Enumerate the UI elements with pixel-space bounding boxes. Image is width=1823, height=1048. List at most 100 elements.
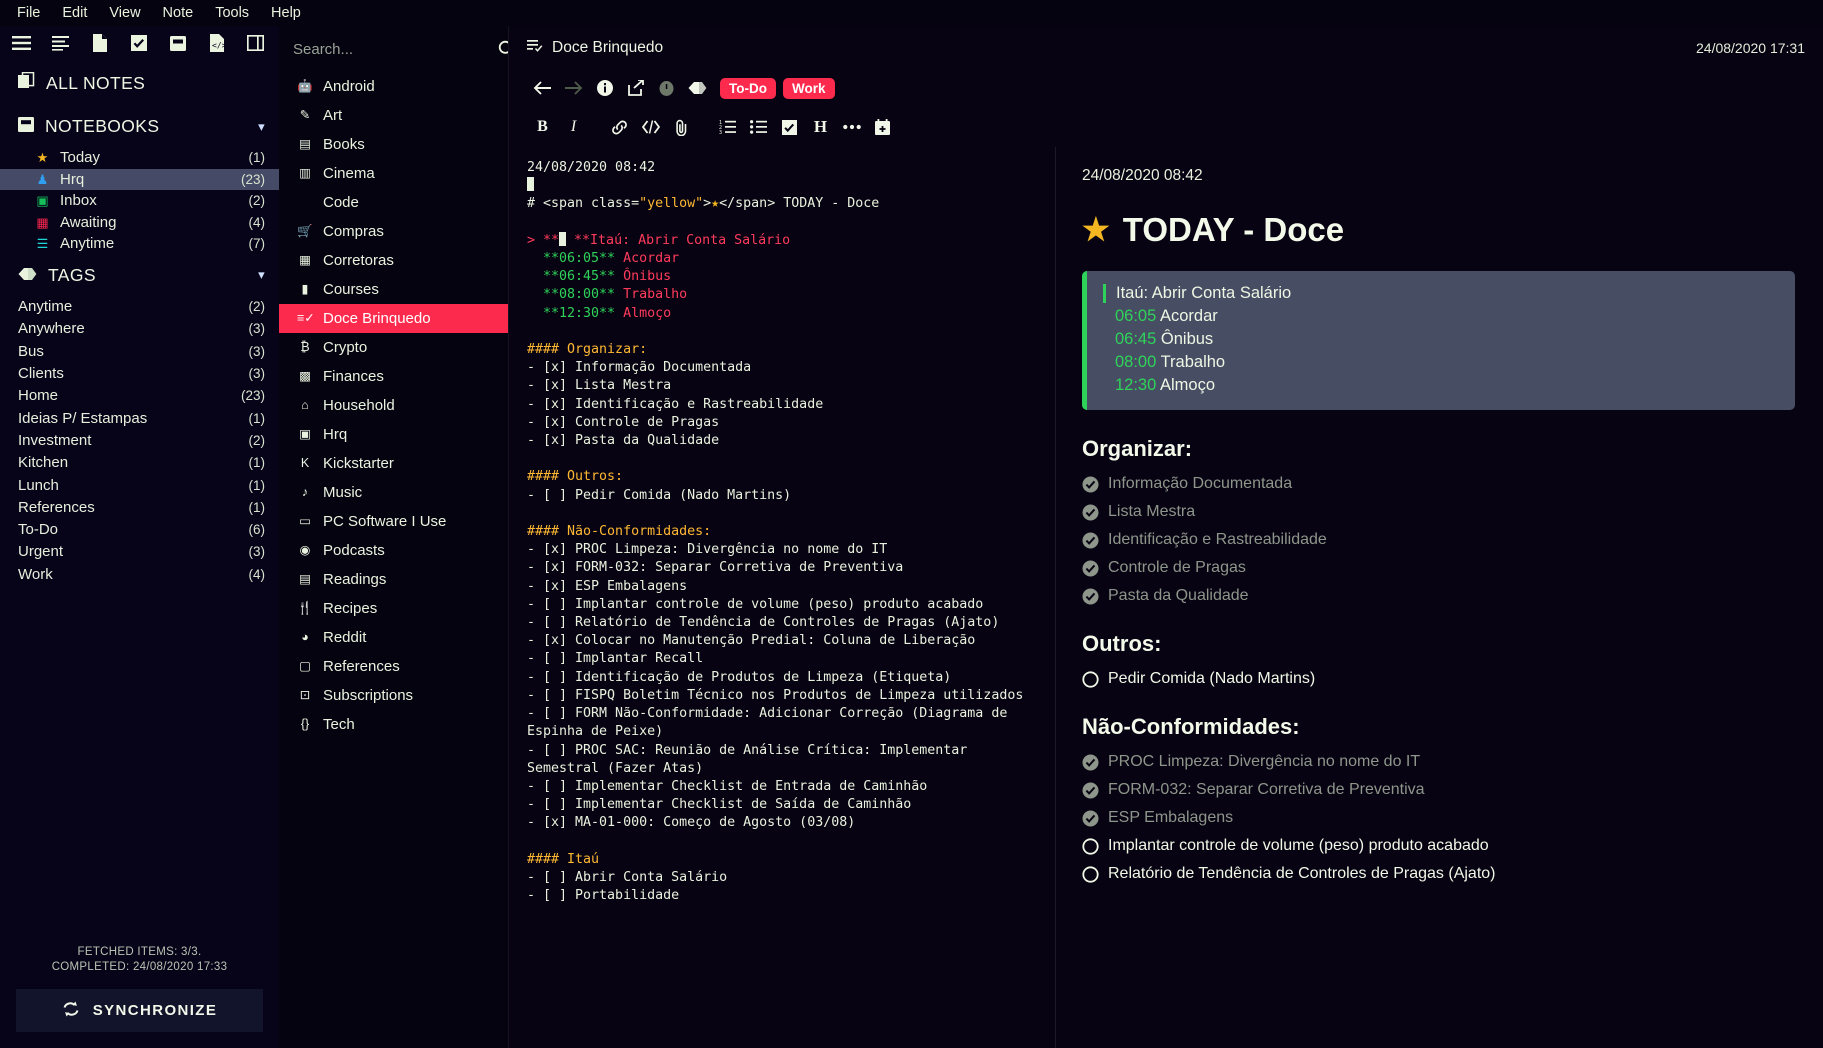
notebook-item-references[interactable]: ▢ References xyxy=(279,652,508,681)
notebook-item-music[interactable]: ♪ Music xyxy=(279,478,508,507)
sidebar-tag-item[interactable]: Anywhere (3) xyxy=(0,318,279,340)
sidebar-notebook-today[interactable]: ★ Today (1) xyxy=(0,147,279,169)
unordered-list-icon[interactable] xyxy=(743,112,774,142)
notebook-item-label: Code xyxy=(323,194,359,211)
sidebar-notebook-anytime[interactable]: ☰ Anytime (7) xyxy=(0,233,279,255)
notebook-item-readings[interactable]: ▤ Readings xyxy=(279,565,508,594)
more-icon[interactable] xyxy=(836,112,867,142)
history-icon[interactable] xyxy=(651,73,682,103)
sidebar-notebook-hrq[interactable]: ♟ Hrq (23) xyxy=(0,168,279,190)
italic-icon[interactable]: I xyxy=(558,112,589,142)
list-icon[interactable] xyxy=(41,26,80,60)
checked-circle-icon xyxy=(1082,560,1099,577)
sidebar-tag-item[interactable]: Kitchen (1) xyxy=(0,452,279,474)
preview-task-item[interactable]: Pedir Comida (Nado Martins) xyxy=(1082,670,1795,688)
sidebar-notebook-awaiting[interactable]: ▦ Awaiting (4) xyxy=(0,212,279,234)
notebook-item-reddit[interactable]: ◕ Reddit xyxy=(279,623,508,652)
ordered-list-icon[interactable]: 123 xyxy=(712,112,743,142)
preview-task-item[interactable]: FORM-032: Separar Corretiva de Preventiv… xyxy=(1082,781,1795,799)
code-icon[interactable] xyxy=(635,112,666,142)
hamburger-icon[interactable] xyxy=(2,26,41,60)
notebook-item-art[interactable]: ✎ Art xyxy=(279,101,508,130)
preview-task-item[interactable]: Relatório de Tendência de Controles de P… xyxy=(1082,865,1795,883)
preview-task-item[interactable]: Informação Documentada xyxy=(1082,475,1795,493)
sidebar-tag-item[interactable]: Urgent (3) xyxy=(0,541,279,563)
notebook-item-pc-software-i-use[interactable]: ▭ PC Software I Use xyxy=(279,507,508,536)
notebooks-section-header[interactable]: NOTEBOOKS ▾ xyxy=(0,106,279,147)
info-icon[interactable] xyxy=(589,73,620,103)
notebook-item-podcasts[interactable]: ◉ Podcasts xyxy=(279,536,508,565)
tag-icon[interactable] xyxy=(682,73,713,103)
calendar-icon[interactable] xyxy=(867,112,898,142)
notebook-item-code[interactable]: Code xyxy=(279,188,508,217)
note-tag-todo[interactable]: To-Do xyxy=(720,77,776,99)
notebook-item-courses[interactable]: ▮ Courses xyxy=(279,275,508,304)
chevron-down-icon[interactable]: ▾ xyxy=(258,119,265,135)
menu-help[interactable]: Help xyxy=(260,3,312,23)
notebook-item-kickstarter[interactable]: K Kickstarter xyxy=(279,449,508,478)
preview-task-item[interactable]: Identificação e Rastreabilidade xyxy=(1082,531,1795,549)
menu-view[interactable]: View xyxy=(98,3,151,23)
sidebar-tag-item[interactable]: To-Do (6) xyxy=(0,518,279,540)
preview-task-item[interactable]: Lista Mestra xyxy=(1082,503,1795,521)
notebook-icon xyxy=(18,116,34,137)
preview-task-item[interactable]: Pasta da Qualidade xyxy=(1082,587,1795,605)
preview-task-item[interactable]: ESP Embalagens xyxy=(1082,809,1795,827)
sidebar-tag-item[interactable]: References (1) xyxy=(0,496,279,518)
link-icon[interactable] xyxy=(604,112,635,142)
sidebar-tag-item[interactable]: Anytime (2) xyxy=(0,296,279,318)
preview-task-item[interactable]: Implantar controle de volume (peso) prod… xyxy=(1082,837,1795,855)
notebook-item-hrq[interactable]: ▣ Hrq xyxy=(279,420,508,449)
notebook-item-subscriptions[interactable]: ⊡ Subscriptions xyxy=(279,681,508,710)
sidebar-tag-count: (1) xyxy=(248,499,266,515)
notebook-item-cinema[interactable]: ▥ Cinema xyxy=(279,159,508,188)
sidebar-tag-item[interactable]: Home (23) xyxy=(0,385,279,407)
notebook-item-label: Corretoras xyxy=(323,252,394,269)
notebook-item-doce-brinquedo[interactable]: ≡✓ Doce Brinquedo xyxy=(279,304,508,333)
sidebar-notebook-inbox[interactable]: ▣ Inbox (2) xyxy=(0,190,279,212)
notebook-item-household[interactable]: ⌂ Household xyxy=(279,391,508,420)
new-notebook-icon[interactable] xyxy=(158,26,197,60)
notebook-item-android[interactable]: 🤖 Android xyxy=(279,72,508,101)
heading-icon[interactable]: H xyxy=(805,112,836,142)
sidebar-tag-item[interactable]: Lunch (1) xyxy=(0,474,279,496)
sidebar-tag-item[interactable]: Work (4) xyxy=(0,563,279,585)
markdown-source[interactable]: 24/08/2020 08:42 # <span class="yellow">… xyxy=(509,147,1056,1048)
notebook-item-books[interactable]: ▤ Books xyxy=(279,130,508,159)
tags-section-header[interactable]: TAGS ▾ xyxy=(0,255,279,296)
search-input[interactable] xyxy=(293,40,492,58)
preview-task-item[interactable]: Controle de Pragas xyxy=(1082,559,1795,577)
notebook-item-finances[interactable]: ▩ Finances xyxy=(279,362,508,391)
menu-tools[interactable]: Tools xyxy=(204,3,260,23)
layout-icon[interactable] xyxy=(236,26,275,60)
notebook-item-corretoras[interactable]: ▦ Corretoras xyxy=(279,246,508,275)
synchronize-button[interactable]: SYNCHRONIZE xyxy=(16,989,263,1032)
preview-task-item[interactable]: PROC Limpeza: Divergência no nome do IT xyxy=(1082,753,1795,771)
menu-edit[interactable]: Edit xyxy=(51,3,98,23)
preview-task-label: PROC Limpeza: Divergência no nome do IT xyxy=(1108,753,1421,770)
notebook-item-icon: 🛒 xyxy=(297,224,313,239)
chevron-down-icon[interactable]: ▾ xyxy=(258,267,265,283)
notebook-item-recipes[interactable]: 🍴 Recipes xyxy=(279,594,508,623)
note-tag-work[interactable]: Work xyxy=(782,77,835,99)
notebook-item-crypto[interactable]: ₿ Crypto xyxy=(279,333,508,362)
share-icon[interactable] xyxy=(620,73,651,103)
new-todo-icon[interactable] xyxy=(119,26,158,60)
all-notes-item[interactable]: ALL NOTES xyxy=(0,60,279,106)
sidebar-tag-item[interactable]: Bus (3) xyxy=(0,340,279,362)
notebook-item-tech[interactable]: {} Tech xyxy=(279,710,508,739)
sidebar-tag-item[interactable]: Clients (3) xyxy=(0,362,279,384)
sidebar-tag-item[interactable]: Investment (2) xyxy=(0,429,279,451)
notebook-item-compras[interactable]: 🛒 Compras xyxy=(279,217,508,246)
new-note-icon[interactable] xyxy=(80,26,119,60)
sidebar-tag-count: (6) xyxy=(248,522,266,538)
sidebar-tag-item[interactable]: Ideias P/ Estampas (1) xyxy=(0,407,279,429)
bold-icon[interactable]: B xyxy=(527,112,558,142)
menu-file[interactable]: File xyxy=(6,3,51,23)
attachment-icon[interactable] xyxy=(666,112,697,142)
checkbox-icon[interactable] xyxy=(774,112,805,142)
back-arrow-icon[interactable] xyxy=(527,73,558,103)
code-note-icon[interactable]: </> xyxy=(197,26,236,60)
menu-note[interactable]: Note xyxy=(152,3,205,23)
forward-arrow-icon[interactable] xyxy=(558,73,589,103)
